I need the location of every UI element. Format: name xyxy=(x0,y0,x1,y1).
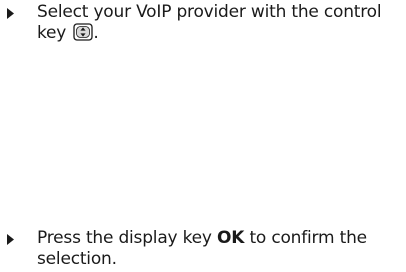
triangle-bullet-icon xyxy=(7,8,14,19)
instruction-text: Press the display key OK to confirm the … xyxy=(37,228,397,270)
instruction-step: Press the display key OK to confirm the … xyxy=(7,228,397,270)
instruction-step: Select your VoIP provider with the contr… xyxy=(7,2,397,44)
ok-key-label: OK xyxy=(217,228,245,248)
instruction-text: Select your VoIP provider with the contr… xyxy=(37,2,397,44)
instruction-text-after: . xyxy=(93,23,99,43)
instruction-text-before: Press the display key xyxy=(37,228,212,248)
control-key-icon xyxy=(73,23,94,41)
triangle-bullet-icon xyxy=(7,234,14,245)
